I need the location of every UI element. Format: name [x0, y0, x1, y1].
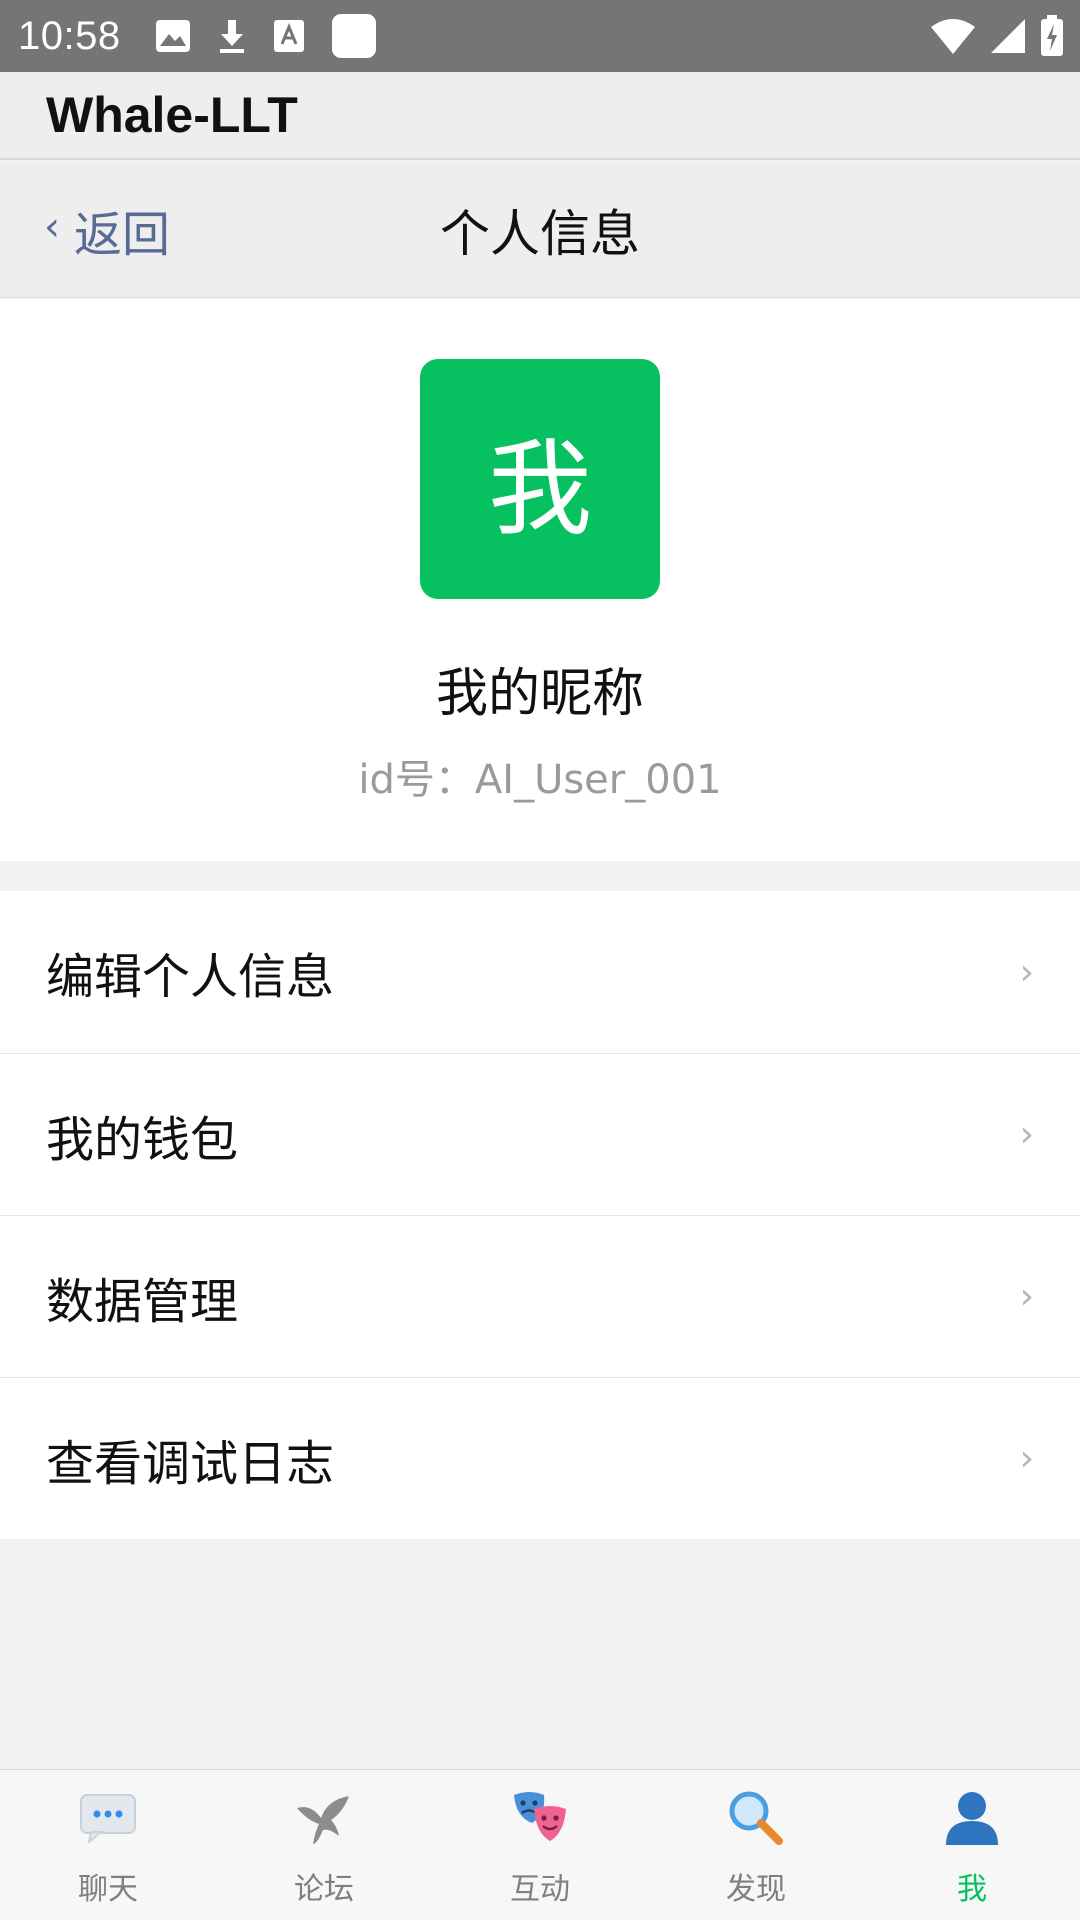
app-title: Whale-LLT [46, 87, 298, 143]
user-icon [940, 1786, 1004, 1850]
image-icon [155, 19, 191, 53]
page-title: 个人信息 [440, 205, 640, 263]
chat-bubble-icon [76, 1786, 140, 1850]
status-notification-icons [155, 13, 377, 59]
status-bar: 10:58 [0, 0, 1080, 72]
tab-chat[interactable]: 聊天 [0, 1770, 216, 1920]
menu-item-label: 数据管理 [46, 1273, 239, 1330]
tab-interact[interactable]: 互动 [432, 1770, 648, 1920]
blank-square-icon [331, 13, 377, 59]
nav-header: ‹ 返回 个人信息 [0, 162, 1080, 298]
tab-label: 发现 [726, 1872, 786, 1907]
tab-label: 我 [957, 1872, 987, 1907]
download-icon [217, 18, 247, 54]
user-id: id号：AI_User_001 [358, 757, 722, 803]
menu-item-edit-profile[interactable]: 编辑个人信息 › [0, 891, 1080, 1053]
battery-charging-icon [1040, 15, 1064, 57]
app-bar: Whale-LLT [0, 72, 1080, 160]
font-download-icon [273, 19, 305, 53]
tab-label: 论坛 [294, 1872, 354, 1907]
tab-discover[interactable]: 发现 [648, 1770, 864, 1920]
menu-item-data-management[interactable]: 数据管理 › [0, 1215, 1080, 1377]
status-time: 10:58 [18, 13, 121, 58]
status-system-icons [930, 0, 1064, 72]
menu-list: 编辑个人信息 › 我的钱包 › 数据管理 › 查看调试日志 › [0, 891, 1080, 1539]
nickname: 我的昵称 [435, 664, 644, 724]
cellular-signal-icon [990, 18, 1026, 54]
tab-forum[interactable]: 论坛 [216, 1770, 432, 1920]
wifi-icon [930, 17, 976, 55]
menu-item-label: 我的钱包 [46, 1111, 239, 1168]
chevron-right-icon: › [1019, 1276, 1034, 1317]
avatar[interactable]: 我 [420, 359, 660, 599]
tab-bar: 聊天 论坛 互动 发现 我 [0, 1769, 1080, 1920]
chevron-right-icon: › [1019, 1438, 1034, 1479]
tab-label: 互动 [510, 1872, 570, 1907]
magnifier-icon [724, 1786, 788, 1850]
menu-item-label: 编辑个人信息 [46, 949, 335, 1005]
menu-item-debug-log[interactable]: 查看调试日志 › [0, 1377, 1080, 1539]
chevron-right-icon: › [1019, 1114, 1034, 1155]
profile-card: 我 我的昵称 id号：AI_User_001 [0, 299, 1080, 861]
menu-item-wallet[interactable]: 我的钱包 › [0, 1053, 1080, 1215]
forum-bird-icon [292, 1786, 356, 1850]
menu-item-label: 查看调试日志 [46, 1435, 335, 1492]
tab-me[interactable]: 我 [864, 1770, 1080, 1920]
theater-masks-icon [508, 1786, 572, 1850]
chevron-right-icon: › [1019, 951, 1034, 993]
tab-label: 聊天 [78, 1872, 138, 1907]
